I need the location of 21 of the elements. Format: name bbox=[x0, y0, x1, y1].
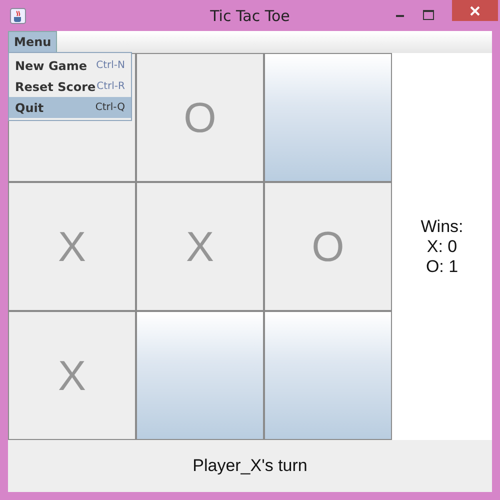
board-cell[interactable]: X bbox=[8, 311, 136, 440]
window-title: Tic Tac Toe bbox=[209, 6, 291, 24]
board-cell[interactable] bbox=[136, 311, 264, 440]
menu-item[interactable]: Reset ScoreCtrl-R bbox=[9, 76, 131, 97]
board-cell[interactable]: X bbox=[8, 182, 136, 311]
score-text: O: 1 bbox=[426, 256, 458, 276]
board-cell[interactable] bbox=[264, 311, 392, 440]
close-icon bbox=[470, 6, 480, 16]
score-text: Wins: bbox=[420, 216, 464, 236]
board-cell[interactable]: O bbox=[136, 53, 264, 182]
board-cell[interactable]: O bbox=[264, 182, 392, 311]
coffee-cup-icon bbox=[10, 8, 26, 24]
board-cell[interactable]: X bbox=[136, 182, 264, 311]
menu-item[interactable]: New Game Ctrl-N bbox=[9, 55, 131, 76]
menu-item[interactable]: Quit Ctrl-Q bbox=[9, 97, 131, 118]
score-text: X: 0 bbox=[426, 236, 458, 256]
close-button[interactable] bbox=[452, 0, 498, 21]
menu-button[interactable]: Menu bbox=[8, 31, 58, 53]
board-cell[interactable] bbox=[264, 53, 392, 182]
maximize-icon[interactable] bbox=[423, 10, 434, 20]
status-text: Player_X's turn bbox=[192, 456, 308, 476]
